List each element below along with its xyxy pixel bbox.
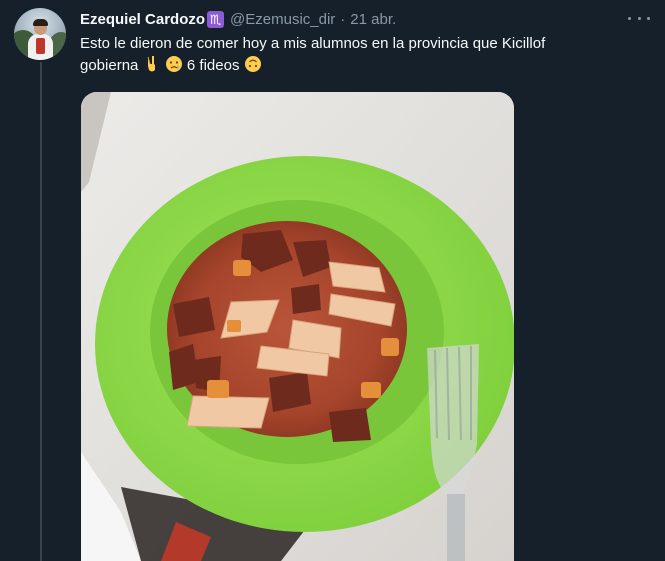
avatar-hair-shape [33, 19, 48, 26]
tweet-text-line: gobierna 6 fideos [80, 55, 640, 77]
tweet-text: Esto le dieron de comer hoy a mis alumno… [80, 33, 640, 77]
more-options-icon[interactable] [628, 9, 650, 27]
tweet-header: Ezequiel Cardozo ♏ @Ezemusic_dir · 21 ab… [80, 9, 396, 29]
tweet-text-fragment: 6 fideos [186, 57, 240, 74]
victory-hand-icon [147, 56, 155, 72]
author-name[interactable]: Ezequiel Cardozo [80, 11, 205, 28]
zodiac-badge-icon: ♏ [207, 10, 225, 28]
food-plate-photo [81, 92, 514, 561]
tweet-text-fragment: gobierna [80, 57, 139, 74]
avatar[interactable] [14, 8, 66, 60]
author-handle[interactable]: @Ezemusic_dir [230, 11, 335, 28]
thread-line [40, 62, 42, 561]
separator-dot: · [340, 10, 346, 28]
crying-face-icon [165, 56, 182, 72]
tweet-text-line: Esto le dieron de comer hoy a mis alumno… [80, 35, 546, 52]
avatar-accent-shape [36, 38, 45, 54]
tweet-photo[interactable] [81, 92, 514, 561]
tweet-date[interactable]: 21 abr. [350, 11, 396, 28]
upside-down-face-icon [244, 56, 261, 72]
